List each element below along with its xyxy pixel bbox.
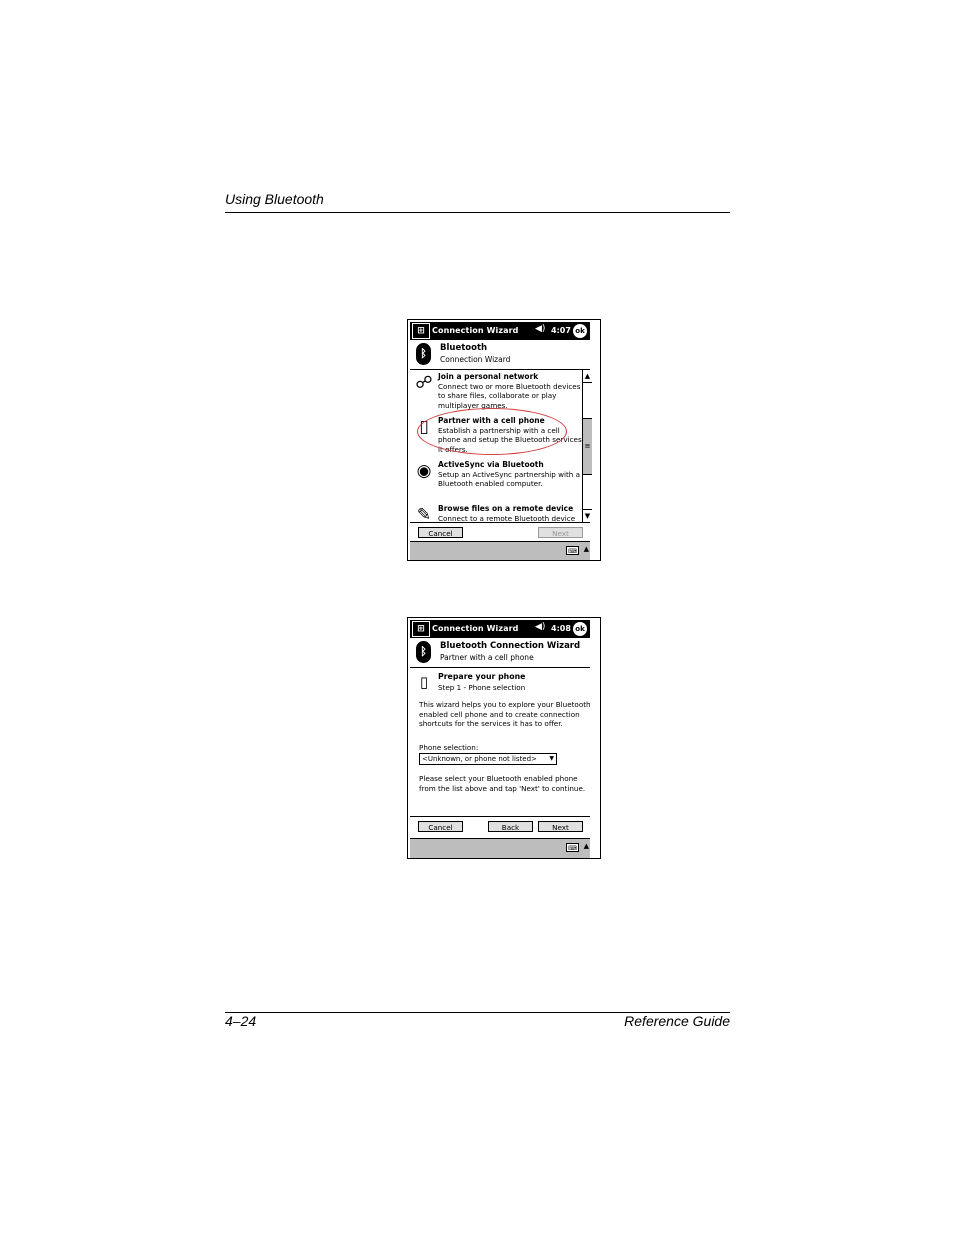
clock-time[interactable]: 4:07 xyxy=(551,326,571,336)
back-button[interactable]: Back xyxy=(488,821,533,832)
title-bar: ⊞ Connection Wizard ◀) 4:07 ok xyxy=(410,322,590,340)
speaker-icon[interactable]: ◀) xyxy=(535,622,545,633)
wizard-step-content: ▯ Prepare your phone Step 1 - Phone sele… xyxy=(410,668,591,816)
wizard-header-title: Bluetooth xyxy=(440,343,488,353)
ok-button[interactable]: ok xyxy=(573,622,587,636)
wizard-header: ᛒ Bluetooth Connection Wizard Partner wi… xyxy=(410,638,590,668)
pda-screen-connection-wizard-list: ⊞ Connection Wizard ◀) 4:07 ok ᛒ Bluetoo… xyxy=(407,319,601,561)
document-title: Reference Guide xyxy=(624,1013,730,1029)
option-title: Browse files on a remote device xyxy=(438,504,574,513)
input-panel-bar: ⌨ ▲ xyxy=(410,838,590,858)
page-header-title: Using Bluetooth xyxy=(225,191,324,207)
step-subtitle: Step 1 - Phone selection xyxy=(438,683,526,692)
option-title: Join a personal network xyxy=(438,372,539,381)
window-title: Connection Wizard xyxy=(432,624,519,633)
cancel-button[interactable]: Cancel xyxy=(418,527,463,538)
clock-time[interactable]: 4:08 xyxy=(551,624,571,634)
start-menu-icon[interactable]: ⊞ xyxy=(412,621,430,637)
ok-button[interactable]: ok xyxy=(573,324,587,338)
list-scrollbar[interactable]: ▲ ≡ ▼ xyxy=(582,370,592,522)
option-description: Connect to a remote Bluetooth device xyxy=(438,513,576,523)
scroll-up-arrow-icon[interactable]: ▲ xyxy=(583,370,592,383)
header-rule xyxy=(225,212,730,213)
step-title: Prepare your phone xyxy=(438,672,526,681)
start-menu-icon[interactable]: ⊞ xyxy=(412,323,430,339)
keyboard-icon[interactable]: ⌨ xyxy=(566,546,579,555)
intro-paragraph: This wizard helps you to explore your Bl… xyxy=(419,700,591,728)
instruction-paragraph: Please select your Bluetooth enabled pho… xyxy=(419,774,586,793)
wizard-header-title: Bluetooth Connection Wizard xyxy=(440,641,581,651)
pda-screen-prepare-phone: ⊞ Connection Wizard ◀) 4:08 ok ᛒ Bluetoo… xyxy=(407,617,601,859)
keyboard-icon[interactable]: ⌨ xyxy=(566,843,579,852)
chevron-up-icon[interactable]: ▲ xyxy=(584,545,589,555)
wizard-header: ᛒ Bluetooth Connection Wizard xyxy=(410,340,590,370)
network-devices-icon: ☍ xyxy=(415,373,433,393)
cell-phone-icon: ▯ xyxy=(419,673,429,691)
input-panel-bar: ⌨ ▲ xyxy=(410,541,590,560)
file-transfer-icon: ✎ xyxy=(416,505,432,522)
button-row: Cancel Next xyxy=(410,522,590,542)
bluetooth-icon: ᛒ xyxy=(416,343,431,365)
scroll-thumb[interactable]: ≡ xyxy=(583,418,592,475)
option-description: Connect two or more Bluetooth devices to… xyxy=(438,381,581,410)
option-description: Setup an ActiveSync partnership with a B… xyxy=(438,469,581,489)
option-title: ActiveSync via Bluetooth xyxy=(438,460,544,469)
window-title: Connection Wizard xyxy=(432,326,519,335)
bluetooth-icon: ᛒ xyxy=(416,641,431,663)
phone-selection-value: <Unknown, or phone not listed> xyxy=(422,755,537,763)
next-button[interactable]: Next xyxy=(538,821,583,832)
wizard-header-subtitle: Partner with a cell phone xyxy=(440,653,534,662)
wizard-header-subtitle: Connection Wizard xyxy=(440,355,511,364)
title-bar: ⊞ Connection Wizard ◀) 4:08 ok xyxy=(410,620,590,638)
chevron-down-icon[interactable]: ▼ xyxy=(549,754,554,764)
phone-selection-dropdown[interactable]: <Unknown, or phone not listed> ▼ xyxy=(419,753,557,765)
scroll-down-arrow-icon[interactable]: ▼ xyxy=(583,509,592,522)
next-button[interactable]: Next xyxy=(538,527,583,538)
cancel-button[interactable]: Cancel xyxy=(418,821,463,832)
chevron-up-icon[interactable]: ▲ xyxy=(584,842,589,852)
highlight-circle xyxy=(417,408,567,455)
page-number: 4–24 xyxy=(225,1013,257,1029)
speaker-icon[interactable]: ◀) xyxy=(535,324,545,335)
wizard-option-list: ☍ Join a personal network Connect two or… xyxy=(410,370,582,522)
phone-selection-label: Phone selection: xyxy=(419,743,479,752)
activesync-icon: ◉ xyxy=(416,461,432,481)
button-row: Cancel Back Next xyxy=(410,816,590,836)
